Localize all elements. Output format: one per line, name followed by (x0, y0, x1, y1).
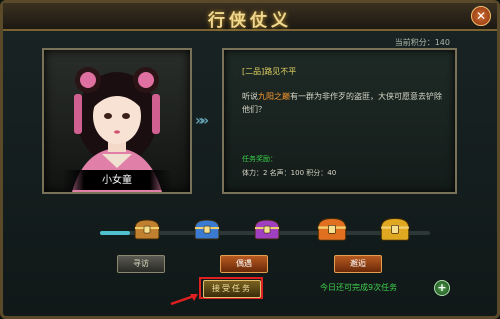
chest-blue-icon[interactable] (194, 218, 220, 240)
remaining-count: 今日还可完成9次任务 (320, 283, 398, 292)
stage-button[interactable]: 偶遇 (220, 255, 268, 273)
reward-label: 任务奖励： (242, 155, 277, 163)
window-title: 行侠仗义 (208, 11, 292, 31)
chest-gold-icon[interactable] (380, 216, 410, 242)
chest-orange-icon[interactable] (317, 216, 347, 242)
progress-fill (100, 231, 130, 235)
chest-bronze-icon[interactable] (134, 218, 160, 240)
accept-task-button[interactable]: 接受任务 (203, 280, 261, 298)
chevron-right-icon: »» (195, 113, 209, 129)
quest-description: 听说九阳之巅有一群为非作歹的盗匪，大侠可愿意去铲除他们？ (242, 90, 442, 116)
quest-panel: [二品]路见不平 听说九阳之巅有一群为非作歹的盗匪，大侠可愿意去铲除他们？ 任务… (222, 48, 457, 194)
title-bar: 行侠仗义 ✕ (3, 3, 497, 31)
current-score: 当前积分：140 (394, 38, 450, 47)
quest-title: [二品]路见不平 (242, 67, 297, 76)
desc-location-link[interactable]: 九阳之巅 (258, 92, 290, 101)
stage-button[interactable]: 寻访 (117, 255, 165, 273)
npc-portrait-panel: 小女童 (42, 48, 192, 194)
chest-purple-icon[interactable] (254, 218, 280, 240)
stage-button[interactable]: 邂逅 (334, 255, 382, 273)
desc-prefix: 听说 (242, 92, 258, 101)
close-button[interactable]: ✕ (471, 6, 491, 26)
pointer-arrow-icon (170, 294, 198, 306)
reward-values: 体力：2 名声：100 积分：40 (242, 169, 337, 177)
plus-icon[interactable]: + (434, 280, 450, 296)
npc-name: 小女童 (102, 175, 132, 186)
